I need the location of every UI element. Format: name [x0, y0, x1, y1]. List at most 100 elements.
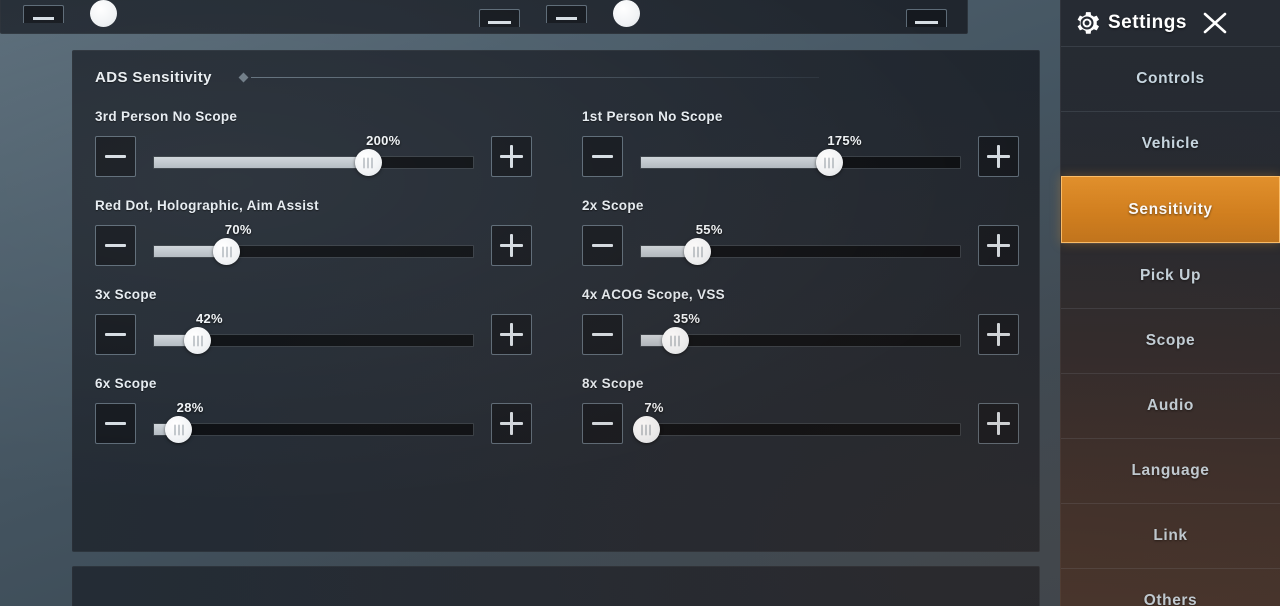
slider-label: 3x Scope: [95, 287, 157, 302]
decrease-button[interactable]: [582, 225, 623, 266]
increase-button[interactable]: [491, 136, 532, 177]
decrease-button[interactable]: [95, 136, 136, 177]
slider-row: 200%: [95, 133, 532, 177]
sidebar-item-vehicle[interactable]: Vehicle: [1061, 111, 1280, 176]
slider-thumb[interactable]: [815, 149, 843, 176]
sidebar-item-label: Scope: [1145, 332, 1196, 349]
decrease-button[interactable]: [95, 403, 136, 444]
decrease-button[interactable]: [582, 314, 623, 355]
slider-fill: [154, 157, 368, 168]
increase-button[interactable]: [978, 403, 1019, 444]
sidebar-item-controls[interactable]: Controls: [1061, 46, 1280, 111]
sidebar-item-scope[interactable]: Scope: [1061, 308, 1280, 373]
sidebar-item-label: Language: [1131, 462, 1210, 479]
slider-value: 55%: [695, 222, 723, 237]
slider-cell: 2x Scope 55%: [582, 198, 1019, 266]
app-root: ADS Sensitivity 3rd Person No Scope 200% 1…: [0, 0, 1280, 606]
close-icon[interactable]: [1200, 8, 1230, 38]
slider-value: 7%: [644, 400, 664, 415]
slider-row: 70%: [95, 222, 532, 266]
slider-label: 3rd Person No Scope: [95, 109, 238, 124]
slider-cell: 6x Scope 28%: [95, 376, 532, 444]
slider-fill: [641, 157, 830, 168]
slider-value: 200%: [366, 133, 401, 148]
slider-value: 35%: [673, 311, 701, 326]
slider-control[interactable]: 35%: [640, 311, 961, 355]
decrease-button[interactable]: [95, 314, 136, 355]
increase-button[interactable]: [491, 225, 532, 266]
divider-line: [250, 77, 819, 78]
slider-label: 1st Person No Scope: [582, 109, 723, 124]
sidebar-item-label: Pick Up: [1139, 267, 1202, 284]
slider-control[interactable]: 175%: [640, 133, 961, 177]
section-header: ADS Sensitivity: [95, 69, 819, 86]
sidebar-item-label: Audio: [1147, 397, 1194, 414]
sidebar-item-sensitivity[interactable]: Sensitivity: [1061, 176, 1280, 243]
gear-icon: [1073, 9, 1101, 37]
slider-row: 7%: [582, 400, 1019, 444]
slider-control[interactable]: 55%: [640, 222, 961, 266]
slider-thumb[interactable]: [684, 238, 712, 265]
increase-button[interactable]: [978, 314, 1019, 355]
increase-button[interactable]: [978, 136, 1019, 177]
slider-label: Red Dot, Holographic, Aim Assist: [95, 198, 319, 213]
slider-cell: Red Dot, Holographic, Aim Assist 70%: [95, 198, 532, 266]
diamond-icon: [238, 72, 249, 83]
slider-thumb[interactable]: [632, 416, 660, 443]
slider-thumb[interactable]: [213, 238, 241, 265]
slider-control[interactable]: 7%: [632, 400, 961, 444]
minus-icon[interactable]: [23, 4, 64, 23]
slider-control[interactable]: 70%: [153, 222, 474, 266]
slider-control[interactable]: 42%: [153, 311, 474, 355]
sidebar-menu: Controls Vehicle Sensitivity Pick Up Scope Au…: [1061, 46, 1280, 606]
slider-row: 35%: [582, 311, 1019, 355]
decrease-button[interactable]: [582, 403, 623, 444]
increase-button[interactable]: [978, 225, 1019, 266]
slider-control[interactable]: 28%: [153, 400, 474, 444]
slider-row: 175%: [582, 133, 1019, 177]
slider-thumb[interactable]: [165, 416, 193, 443]
grip-icon: [692, 246, 703, 257]
slider-label: 8x Scope: [582, 376, 644, 391]
sidebar-item-link[interactable]: Link: [1061, 503, 1280, 568]
slider-cell: 8x Scope 7%: [582, 376, 1019, 444]
grip-icon: [641, 424, 652, 435]
slider-thumb[interactable]: [661, 327, 689, 354]
sidebar-item-audio[interactable]: Audio: [1061, 373, 1280, 438]
grip-icon: [221, 246, 232, 257]
slider-track[interactable]: [153, 245, 474, 258]
sidebar-item-language[interactable]: Language: [1061, 438, 1280, 503]
ads-sensitivity-panel: ADS Sensitivity 3rd Person No Scope 200% 1…: [72, 50, 1040, 552]
slider-value: 70%: [224, 222, 252, 237]
decrease-button[interactable]: [582, 136, 623, 177]
sidebar-item-others[interactable]: Others: [1061, 568, 1280, 606]
slider-track[interactable]: [153, 423, 474, 436]
slider-value: 175%: [827, 133, 862, 148]
sensitivity-slider-grid: 3rd Person No Scope 200% 1st Person No Sco…: [95, 109, 1019, 444]
sidebar-item-label: Vehicle: [1141, 135, 1200, 152]
slider-track[interactable]: [640, 423, 961, 436]
increase-button[interactable]: [491, 314, 532, 355]
slider-track[interactable]: [153, 156, 474, 169]
slider-label: 4x ACOG Scope, VSS: [582, 287, 725, 302]
slider-cell: 1st Person No Scope 175%: [582, 109, 1019, 177]
slider-cell: 4x ACOG Scope, VSS 35%: [582, 287, 1019, 355]
slider-thumb[interactable]: [354, 149, 382, 176]
slider-track[interactable]: [640, 156, 961, 169]
slider-label: 2x Scope: [582, 198, 644, 213]
slider-row: 55%: [582, 222, 1019, 266]
sidebar-item-label: Controls: [1136, 70, 1205, 87]
slider-control[interactable]: 200%: [153, 133, 474, 177]
settings-sidebar: Settings Controls Vehicle Sensitivity Pick …: [1060, 0, 1280, 606]
grip-icon: [670, 335, 681, 346]
grip-icon: [363, 157, 374, 168]
sidebar-item-label: Sensitivity: [1128, 200, 1213, 218]
sidebar-item-pick-up[interactable]: Pick Up: [1061, 243, 1280, 308]
slider-thumb[interactable]: [184, 327, 212, 354]
grip-icon: [192, 335, 203, 346]
sidebar-header: Settings: [1061, 0, 1280, 46]
increase-button[interactable]: [491, 403, 532, 444]
slider-label: 6x Scope: [95, 376, 157, 391]
panel-below-clipped: [72, 566, 1040, 606]
decrease-button[interactable]: [95, 225, 136, 266]
